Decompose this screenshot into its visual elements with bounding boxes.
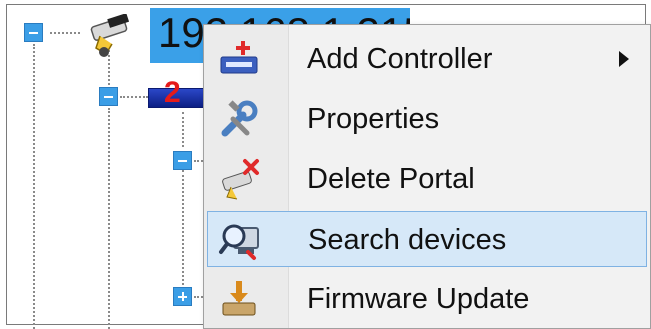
delete-portal-icon bbox=[222, 159, 259, 200]
expand-toggle[interactable] bbox=[173, 287, 192, 306]
portal-number: 2 bbox=[164, 76, 181, 109]
menu-item-delete-portal[interactable]: Delete Portal bbox=[207, 151, 647, 207]
tree-line bbox=[120, 96, 148, 98]
menu-item-search-devices[interactable]: Search devices bbox=[207, 211, 647, 267]
collapse-toggle[interactable] bbox=[24, 23, 43, 42]
menu-item-label: Delete Portal bbox=[307, 163, 475, 195]
firmware-update-icon bbox=[222, 281, 256, 316]
menu-item-label: Properties bbox=[307, 103, 440, 135]
tree-line bbox=[182, 170, 184, 285]
properties-wrench-icon bbox=[221, 100, 258, 137]
tree-line bbox=[50, 32, 80, 34]
collapse-toggle[interactable] bbox=[99, 87, 118, 106]
menu-item-properties[interactable]: Properties bbox=[207, 91, 647, 147]
menu-item-add-controller[interactable]: Add Controller bbox=[207, 31, 647, 87]
network-device-icon bbox=[90, 14, 130, 57]
menu-item-label: Search devices bbox=[308, 224, 507, 256]
tree-line bbox=[33, 44, 35, 329]
menu-item-firmware-update[interactable]: Firmware Update bbox=[207, 271, 647, 327]
context-menu: Add Controller Properties Delete Portal … bbox=[203, 24, 651, 329]
menu-item-label: Firmware Update bbox=[307, 283, 530, 315]
search-devices-icon bbox=[219, 224, 259, 260]
menu-item-label: Add Controller bbox=[307, 43, 493, 75]
collapse-toggle[interactable] bbox=[173, 151, 192, 170]
tree-line bbox=[108, 108, 110, 329]
tree-line bbox=[182, 112, 184, 147]
submenu-arrow-icon bbox=[619, 51, 629, 67]
add-controller-icon bbox=[220, 41, 258, 74]
